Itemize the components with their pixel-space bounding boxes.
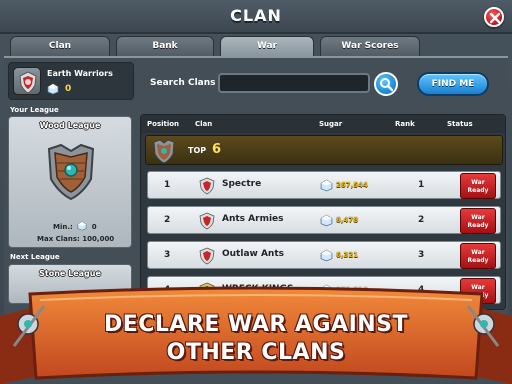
next-league-label: Next League xyxy=(10,253,60,261)
your-league-card: Wood League Min.: 0 Max Clans: 100,000 xyxy=(8,116,132,248)
my-clan-name: Earth Warriors xyxy=(47,69,113,78)
min-requirement: Min.: 0 xyxy=(53,221,123,231)
banner-line-2: OTHER CLANS xyxy=(166,340,346,365)
min-value: 0 xyxy=(91,223,97,231)
clan-table: Position Clan Sugar Rank Status TOP 6 1 … xyxy=(140,114,506,310)
row-sugar: 8,478 xyxy=(336,216,359,224)
tab-clan[interactable]: Clan xyxy=(10,36,110,56)
war-ready-line2: Ready xyxy=(467,222,489,229)
header-sugar: Sugar xyxy=(319,120,343,128)
row-rank: 2 xyxy=(418,215,425,225)
row-position: 3 xyxy=(164,250,171,260)
row-sugar: 6,321 xyxy=(336,251,359,259)
search-input[interactable] xyxy=(218,73,370,93)
war-ready-line2: Ready xyxy=(467,257,489,264)
row-clan-name: Spectre xyxy=(222,179,262,189)
top-label: TOP xyxy=(188,146,207,155)
row-rank: 1 xyxy=(418,180,425,190)
max-value: 100,000 xyxy=(82,235,115,243)
search-button[interactable] xyxy=(374,72,398,96)
sugar-cube-icon xyxy=(320,214,333,227)
next-league-name: Stone League xyxy=(39,269,101,278)
sugar-cube-icon xyxy=(77,221,87,231)
game-screen: CLAN Clan Bank War War Scores Earth Warr… xyxy=(0,0,512,384)
wood-league-shield-icon xyxy=(39,139,103,203)
header-status: Status xyxy=(447,120,473,128)
header-rank: Rank xyxy=(395,120,415,128)
search-label: Search Clans xyxy=(150,78,216,88)
my-clan-box: Earth Warriors 0 xyxy=(8,62,134,100)
my-clan-gems: 0 xyxy=(65,84,72,94)
max-clans: Max Clans: 100,000 xyxy=(37,235,123,243)
clan-emblem-icon xyxy=(13,67,41,95)
sugar-cube-icon xyxy=(320,249,333,262)
close-button[interactable] xyxy=(484,7,504,27)
tab-war-scores[interactable]: War Scores xyxy=(320,36,420,56)
close-icon xyxy=(489,12,501,24)
war-ready-button[interactable]: War Ready xyxy=(460,208,496,234)
war-ready-line2: Ready xyxy=(467,187,489,194)
tab-bar: Clan Bank War War Scores xyxy=(10,36,502,56)
tab-bank[interactable]: Bank xyxy=(116,36,214,56)
row-clan-name: Outlaw Ants xyxy=(222,249,284,259)
title-bar: CLAN xyxy=(0,0,512,34)
your-league-name: Wood League xyxy=(39,121,101,130)
row-rank: 3 xyxy=(418,250,425,260)
war-ready-button[interactable]: War Ready xyxy=(460,243,496,269)
war-ready-button[interactable]: War Ready xyxy=(460,173,496,199)
header-clan: Clan xyxy=(195,120,213,128)
screen-title: CLAN xyxy=(230,6,282,25)
row-position: 2 xyxy=(164,215,171,225)
table-row[interactable]: 1 Spectre 267,544 1 War Ready xyxy=(147,171,501,199)
top-value: 6 xyxy=(212,142,222,157)
clan-emblem-icon xyxy=(199,247,215,265)
clan-emblem-icon xyxy=(199,212,215,230)
find-me-button[interactable]: FIND ME xyxy=(417,72,489,96)
search-icon xyxy=(380,78,393,91)
table-header: Position Clan Sugar Rank Status xyxy=(141,115,505,133)
row-position: 1 xyxy=(164,180,171,190)
sugar-cube-icon xyxy=(47,83,59,95)
war-ready-line1: War xyxy=(471,214,485,221)
min-label: Min.: xyxy=(53,223,73,231)
table-row[interactable]: 3 Outlaw Ants 6,321 3 War Ready xyxy=(147,241,501,269)
top-banner: TOP 6 xyxy=(145,135,503,165)
max-label: Max Clans: xyxy=(37,235,80,243)
table-row[interactable]: 2 Ants Armies 8,478 2 War Ready xyxy=(147,206,501,234)
header-position: Position xyxy=(147,120,180,128)
sugar-cube-icon xyxy=(320,179,333,192)
banner-line-1: DECLARE WAR AGAINST xyxy=(103,312,409,337)
your-league-label: Your League xyxy=(10,106,59,114)
tab-war[interactable]: War xyxy=(220,36,314,56)
clan-emblem-icon xyxy=(199,177,215,195)
wood-league-shield-icon xyxy=(153,139,175,164)
row-sugar: 267,544 xyxy=(336,181,368,189)
row-clan-name: Ants Armies xyxy=(222,214,284,224)
war-ready-line1: War xyxy=(471,179,485,186)
war-ready-line1: War xyxy=(471,249,485,256)
